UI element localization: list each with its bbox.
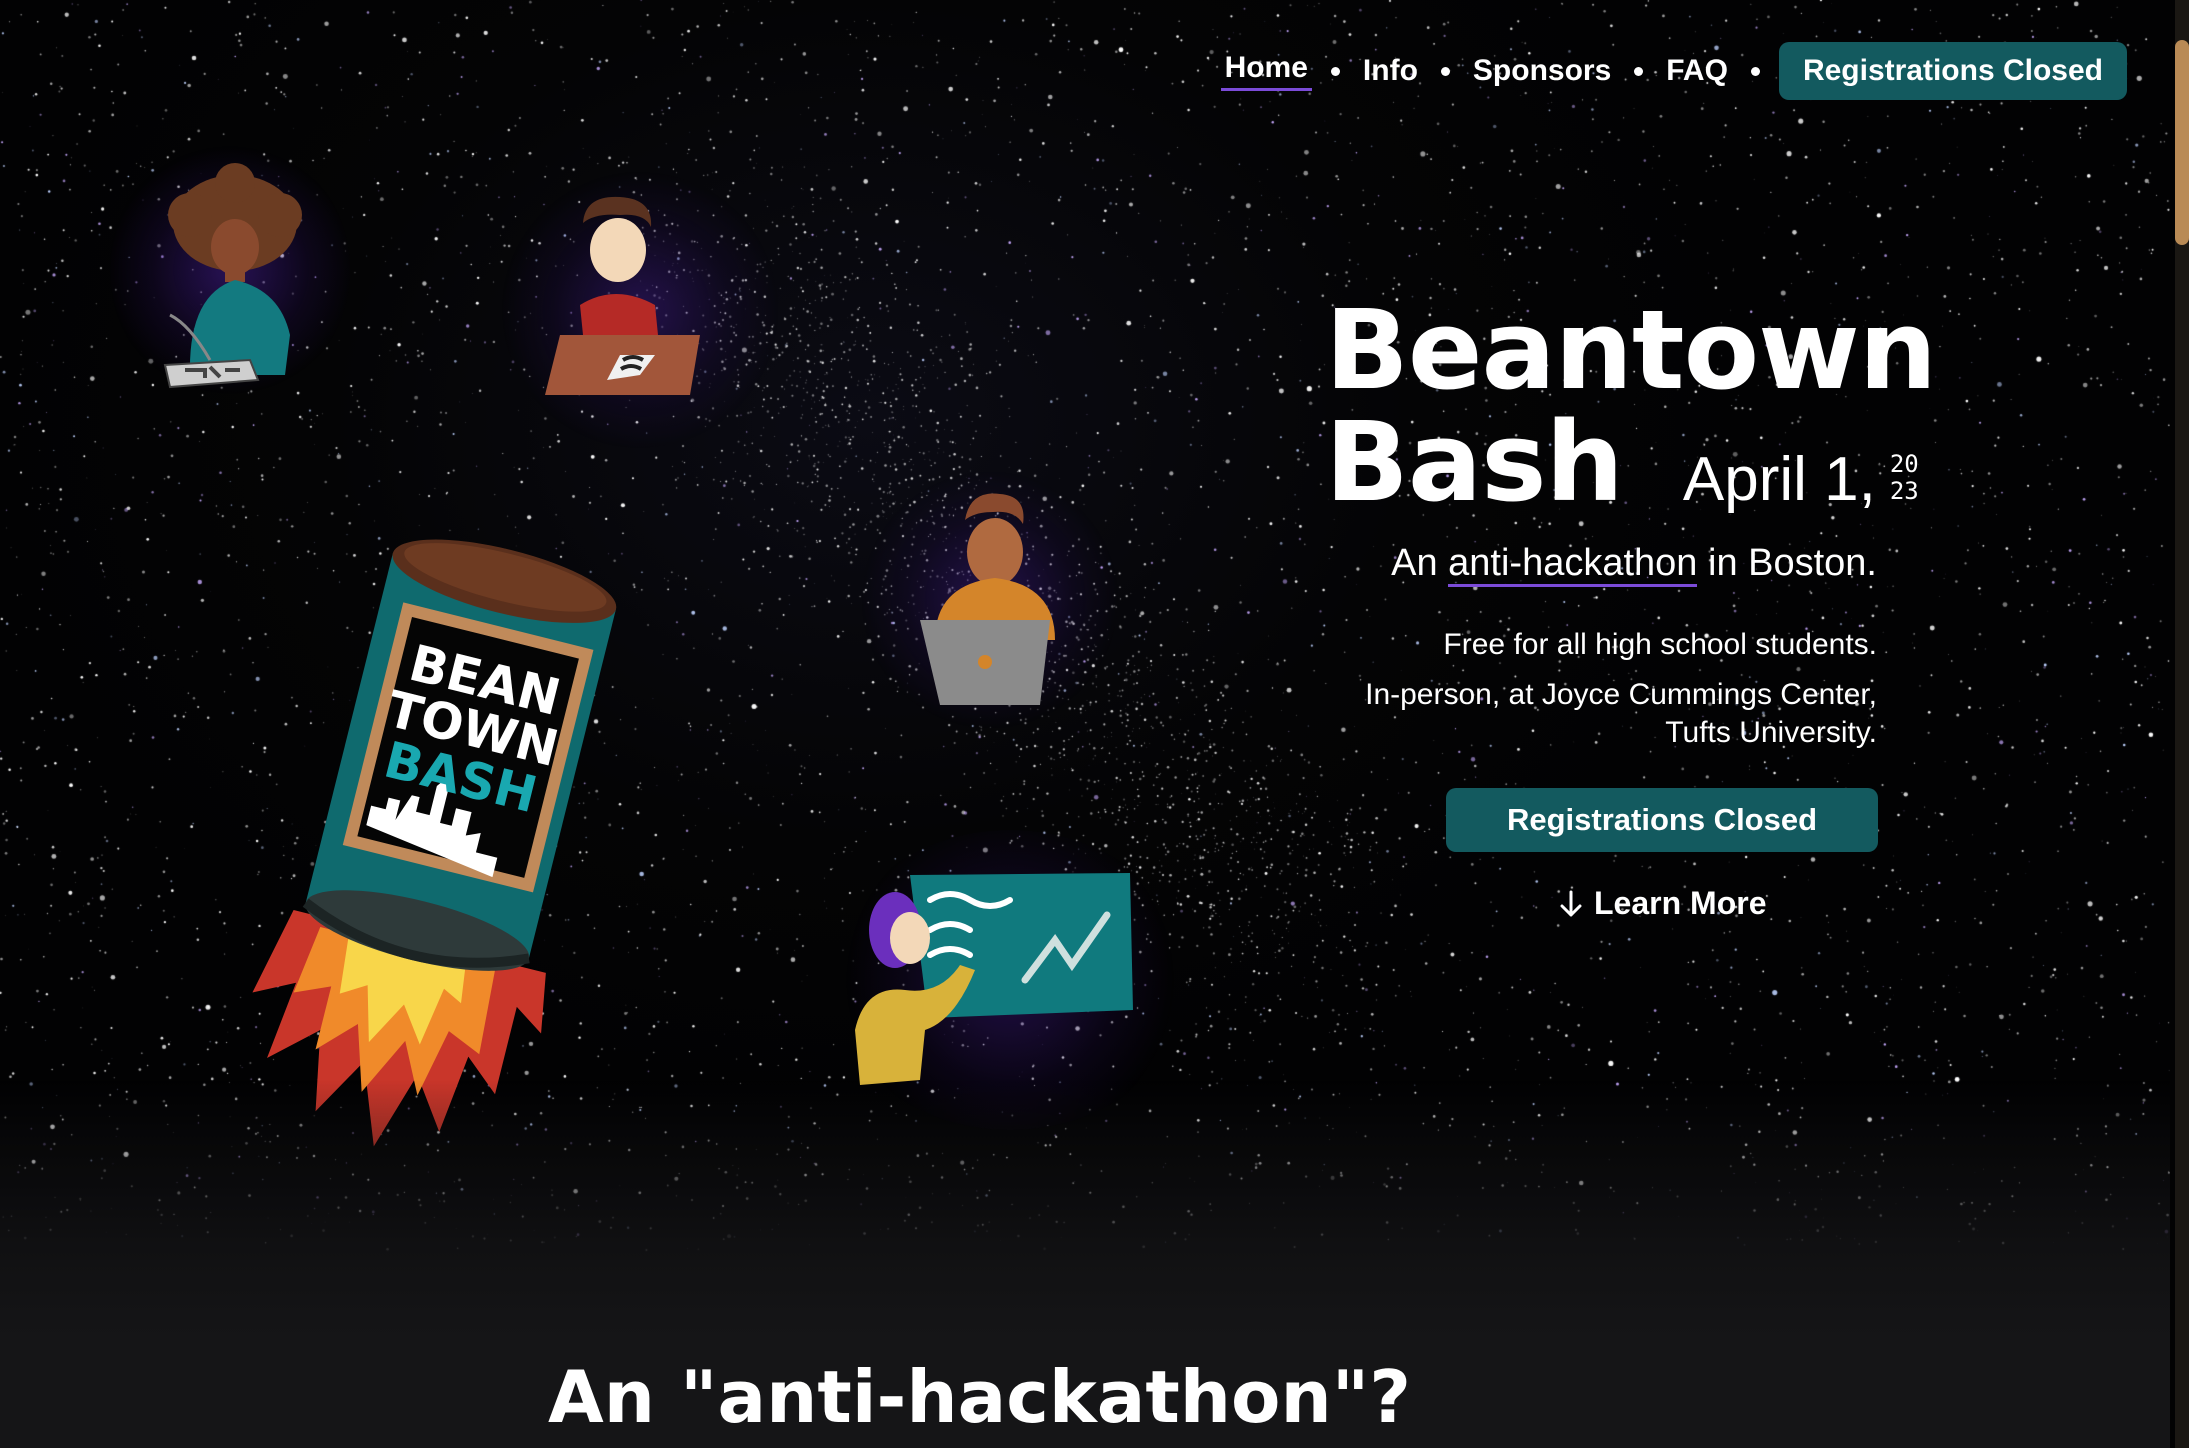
hero-tagline: An anti-hackathon in Boston. bbox=[1391, 542, 1877, 587]
hero-title-line2: Bash bbox=[1325, 398, 1624, 526]
tagline-suffix: in Boston. bbox=[1697, 542, 1877, 584]
character-drawing-illustration bbox=[545, 196, 700, 395]
learn-more-label: Learn More bbox=[1594, 885, 1767, 921]
nav-separator bbox=[1750, 66, 1760, 76]
arrow-down-icon bbox=[1560, 890, 1582, 916]
event-year: 20 23 bbox=[1890, 451, 1919, 505]
nav-link-sponsors[interactable]: Sponsors bbox=[1469, 54, 1615, 88]
character-circuit-illustration bbox=[163, 163, 302, 389]
event-date: April 1, bbox=[1682, 445, 1876, 514]
nav-link-faq[interactable]: FAQ bbox=[1662, 54, 1732, 88]
scrollbar-thumb[interactable] bbox=[2175, 40, 2189, 245]
nav-link-home[interactable]: Home bbox=[1220, 51, 1312, 91]
nav-registration-button[interactable]: Registrations Closed bbox=[1778, 42, 2127, 100]
scrollbar[interactable] bbox=[2175, 0, 2189, 1448]
event-year-bottom: 23 bbox=[1889, 477, 1919, 505]
top-navigation: Home Info Sponsors FAQ Registrations Clo… bbox=[1220, 42, 2127, 100]
event-year-top: 20 bbox=[1889, 450, 1919, 478]
hero-registration-button[interactable]: Registrations Closed bbox=[1446, 788, 1878, 852]
tagline-highlight: anti-hackathon bbox=[1448, 542, 1698, 587]
character-presenting-illustration bbox=[855, 873, 1133, 1085]
nav-separator bbox=[1440, 66, 1450, 76]
tagline-prefix: An bbox=[1391, 542, 1449, 584]
nav-separator bbox=[1634, 66, 1644, 76]
hero-detail-location: In-person, at Joyce Cummings Center, Tuf… bbox=[1365, 678, 1877, 749]
nav-separator bbox=[1330, 66, 1340, 76]
nav-link-info[interactable]: Info bbox=[1359, 54, 1422, 88]
hero-detail-free: Free for all high school students. bbox=[1443, 628, 1877, 661]
hero-title-line1: Beantown bbox=[1325, 286, 1937, 414]
hero-title-row: Bash April 1, 20 23 bbox=[1325, 407, 1919, 517]
section-title: An "anti-hackathon"? bbox=[548, 1355, 1412, 1439]
learn-more-link[interactable]: Learn More bbox=[1560, 885, 1766, 922]
character-laptop-illustration bbox=[920, 493, 1055, 705]
